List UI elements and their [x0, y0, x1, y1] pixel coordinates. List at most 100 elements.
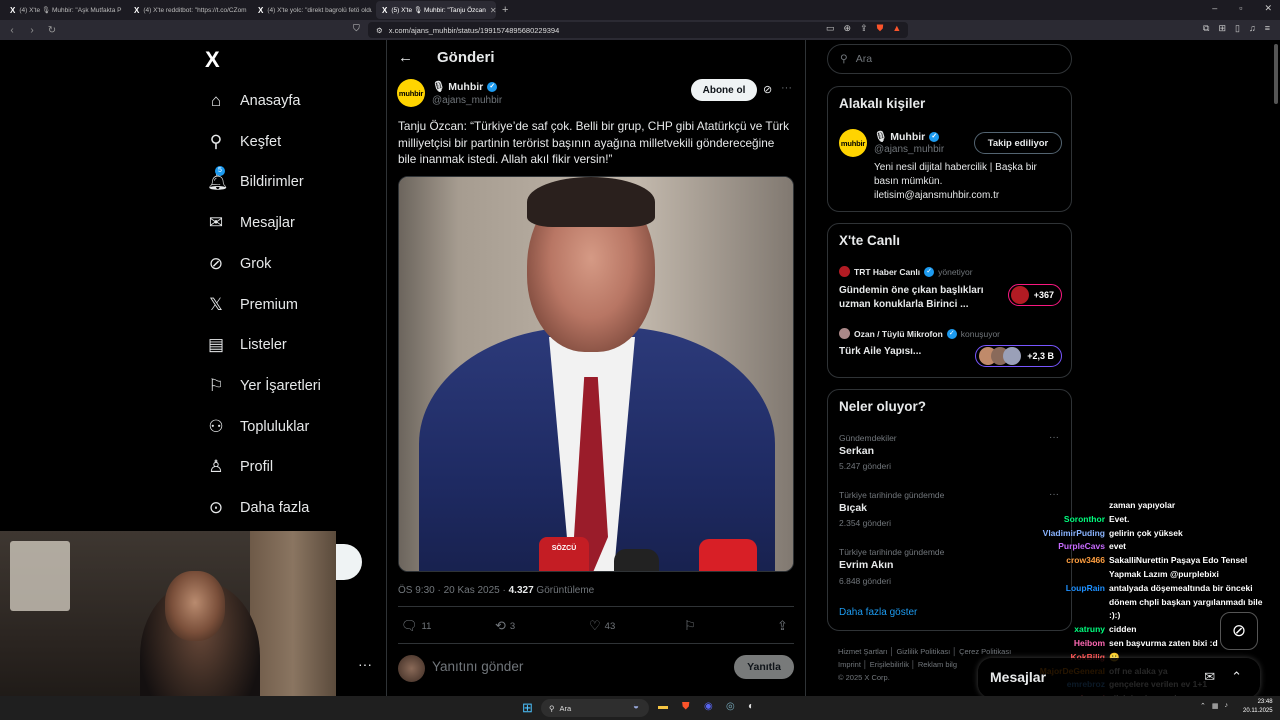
live-listeners[interactable]: +2,3 B	[975, 345, 1062, 367]
repost-action[interactable]: ⟲ 3	[495, 618, 515, 634]
browser-tab[interactable]: X (5) X'te 🎙 Muhbir: "Tanju Özcan ✕	[376, 1, 496, 19]
sidebar-item-keşfet[interactable]: ⚲ Keşfet	[207, 127, 281, 157]
sidebar-item-premium[interactable]: 𝕏 Premium	[207, 290, 298, 320]
reply-action[interactable]: 🗨︎ 11	[401, 618, 431, 634]
new-message-icon[interactable]: ✉	[1204, 669, 1215, 685]
reload-icon[interactable]: ↻	[44, 25, 60, 36]
reply-button[interactable]: Yanıtla	[734, 655, 794, 679]
back-nav-icon[interactable]: ‹	[4, 25, 20, 36]
tab-title: (5) X'te 🎙 Muhbir: "Tanju Özcan	[391, 7, 486, 14]
sidebar-toggle-icon[interactable]: ▯	[1235, 23, 1240, 34]
chat-text: gelirin çok yüksek	[1109, 527, 1183, 538]
post-button[interactable]	[335, 544, 362, 580]
grok-explain-icon[interactable]: ⊘	[763, 83, 772, 96]
brave-shield-icon[interactable]: ⛊	[877, 23, 884, 34]
tab-close-icon[interactable]: ✕	[490, 6, 496, 15]
live-host[interactable]: Ozan / Tüylü Mikrofon ✓ konuşuyor	[839, 328, 1000, 339]
post-time[interactable]: ÖS 9:30 · 20 Kas 2025 ·	[398, 585, 509, 596]
obs-icon[interactable]: ◐	[748, 701, 754, 712]
search-placeholder: Ara	[855, 53, 873, 65]
bookmark-page-icon[interactable]: ⛉	[353, 23, 360, 34]
sidebar-item-topluluklar[interactable]: ⚇ Topluluklar	[207, 412, 309, 442]
footer-link[interactable]: Gizlilik Politikası	[896, 647, 950, 656]
share-action[interactable]: ⇪	[777, 618, 788, 634]
related-handle[interactable]: @ajans_muhbir	[874, 144, 944, 155]
footer-link[interactable]: Imprint	[838, 660, 861, 669]
sidebar-item-bildirimler[interactable]: 🔔︎ 5 Bildirimler	[207, 166, 304, 197]
footer-link[interactable]: Hizmet Şartları	[838, 647, 888, 656]
related-name[interactable]: 🎙 Muhbir ✓	[874, 130, 940, 143]
trend-name[interactable]: Bıçak	[839, 502, 867, 514]
steam-icon[interactable]: ◎	[726, 701, 735, 712]
column-divider	[805, 40, 806, 696]
divider	[398, 643, 794, 644]
network-icon[interactable]: ▦	[1212, 702, 1219, 710]
forward-nav-icon[interactable]: ›	[24, 25, 40, 36]
browser-tab[interactable]: X (4) X'te yolc: "direkt bagrolü fetö old…	[252, 1, 372, 19]
live-title[interactable]: Gündemin öne çıkan başlıkları uzman konu…	[839, 284, 999, 312]
account-more-icon[interactable]: ···	[358, 656, 372, 672]
page-scrollbar[interactable]	[1274, 44, 1278, 104]
footer-link[interactable]: Reklam bilg	[918, 660, 957, 669]
sidebar-item-yer-i̇şaretleri[interactable]: ⚐ Yer İşaretleri	[207, 371, 321, 401]
back-arrow-icon[interactable]: ←	[398, 49, 413, 66]
live-host[interactable]: TRT Haber Canlı ✓ yönetiyor	[839, 266, 973, 277]
show-more-link[interactable]: Daha fazla göster	[839, 607, 917, 618]
minimize-button[interactable]: –	[1212, 3, 1217, 14]
post-more-icon[interactable]: ···	[781, 82, 792, 94]
taskbar-clock[interactable]: 23:48 20.11.2025	[1243, 698, 1273, 716]
cast-icon[interactable]: ▭	[826, 23, 835, 34]
widgets-icon[interactable]: ◒	[633, 701, 639, 712]
music-icon[interactable]: ♫	[1249, 23, 1256, 34]
author-avatar[interactable]: muhbir	[397, 79, 425, 107]
sidebar-item-daha-fazla[interactable]: ⊙ Daha fazla	[207, 493, 309, 523]
tray-expand-icon[interactable]: ⌃	[1200, 702, 1206, 710]
site-info-icon[interactable]: ⚙	[376, 26, 383, 35]
explorer-icon[interactable]: ▬	[658, 701, 668, 712]
reply-input[interactable]: Yanıtını gönder	[432, 659, 523, 674]
messages-drawer[interactable]: Mesajlar ✉ ⌃	[978, 658, 1260, 698]
related-avatar[interactable]: muhbir	[839, 129, 867, 157]
trend-more-icon[interactable]: ···	[1049, 432, 1059, 443]
author-handle[interactable]: @ajans_muhbir	[432, 95, 502, 106]
brave-rewards-icon[interactable]: ▲	[892, 23, 901, 34]
share-icon[interactable]: ⇪	[860, 23, 868, 34]
search-input[interactable]: ⚲ Ara	[827, 44, 1072, 74]
bookmark-action[interactable]: ⚐	[684, 618, 696, 634]
brave-icon[interactable]: ⛊	[682, 701, 690, 712]
trend-name[interactable]: Serkan	[839, 445, 874, 457]
maximize-button[interactable]: ▫	[1239, 3, 1242, 14]
sidebar-item-mesajlar[interactable]: ✉ Mesajlar	[207, 208, 295, 238]
sidebar-item-listeler[interactable]: ▤ Listeler	[207, 330, 287, 360]
grok-float-icon[interactable]: ⊘	[1220, 612, 1258, 650]
volume-icon[interactable]: ♪	[1225, 702, 1229, 710]
sidebar-item-anasayfa[interactable]: ⌂ Anasayfa	[207, 86, 301, 116]
subscribe-button[interactable]: Abone ol	[691, 79, 757, 101]
menu-icon[interactable]: ≡	[1265, 23, 1270, 34]
extensions-icon[interactable]: ⧉	[1203, 23, 1209, 34]
live-listeners[interactable]: +367	[1008, 284, 1062, 306]
like-action[interactable]: ♡ 43	[589, 618, 615, 634]
sidebar-item-grok[interactable]: ⊘ Grok	[207, 249, 272, 279]
close-window-button[interactable]: ✕	[1264, 3, 1272, 14]
footer-link[interactable]: Çerez Politikası	[959, 647, 1011, 656]
browser-tab[interactable]: X(4) X'te 🎙 Muhbir: "Aşk Mutfakta P✕	[4, 1, 124, 19]
zoom-icon[interactable]: ⊕	[844, 23, 852, 34]
user-avatar[interactable]	[398, 655, 425, 682]
discord-icon[interactable]: ◉	[704, 701, 713, 712]
browser-tab[interactable]: X(4) X'te redditbot: "https://t.co/CZom✕	[128, 1, 248, 19]
following-button[interactable]: Takip ediliyor	[974, 132, 1062, 154]
host-avatar	[839, 266, 850, 277]
trend-name[interactable]: Evrim Akın	[839, 559, 893, 571]
author-name[interactable]: 🎙 Muhbir ✓	[432, 80, 498, 93]
expand-chevron-icon[interactable]: ⌃	[1231, 669, 1242, 685]
footer-link[interactable]: Erişilebilirlik	[870, 660, 909, 669]
wallet-icon[interactable]: ⊞	[1218, 23, 1226, 34]
new-tab-button[interactable]: +	[502, 4, 508, 16]
home-icon-glyph: ⌂	[210, 91, 222, 110]
windows-start-icon[interactable]: ⊞	[522, 700, 533, 716]
x-logo[interactable]: X	[205, 47, 220, 73]
sidebar-item-profil[interactable]: ♙ Profil	[207, 452, 273, 482]
post-media-video[interactable]: SÖZCÜ	[398, 176, 794, 572]
trend-context: Türkiye tarihinde gündemde	[839, 547, 945, 557]
